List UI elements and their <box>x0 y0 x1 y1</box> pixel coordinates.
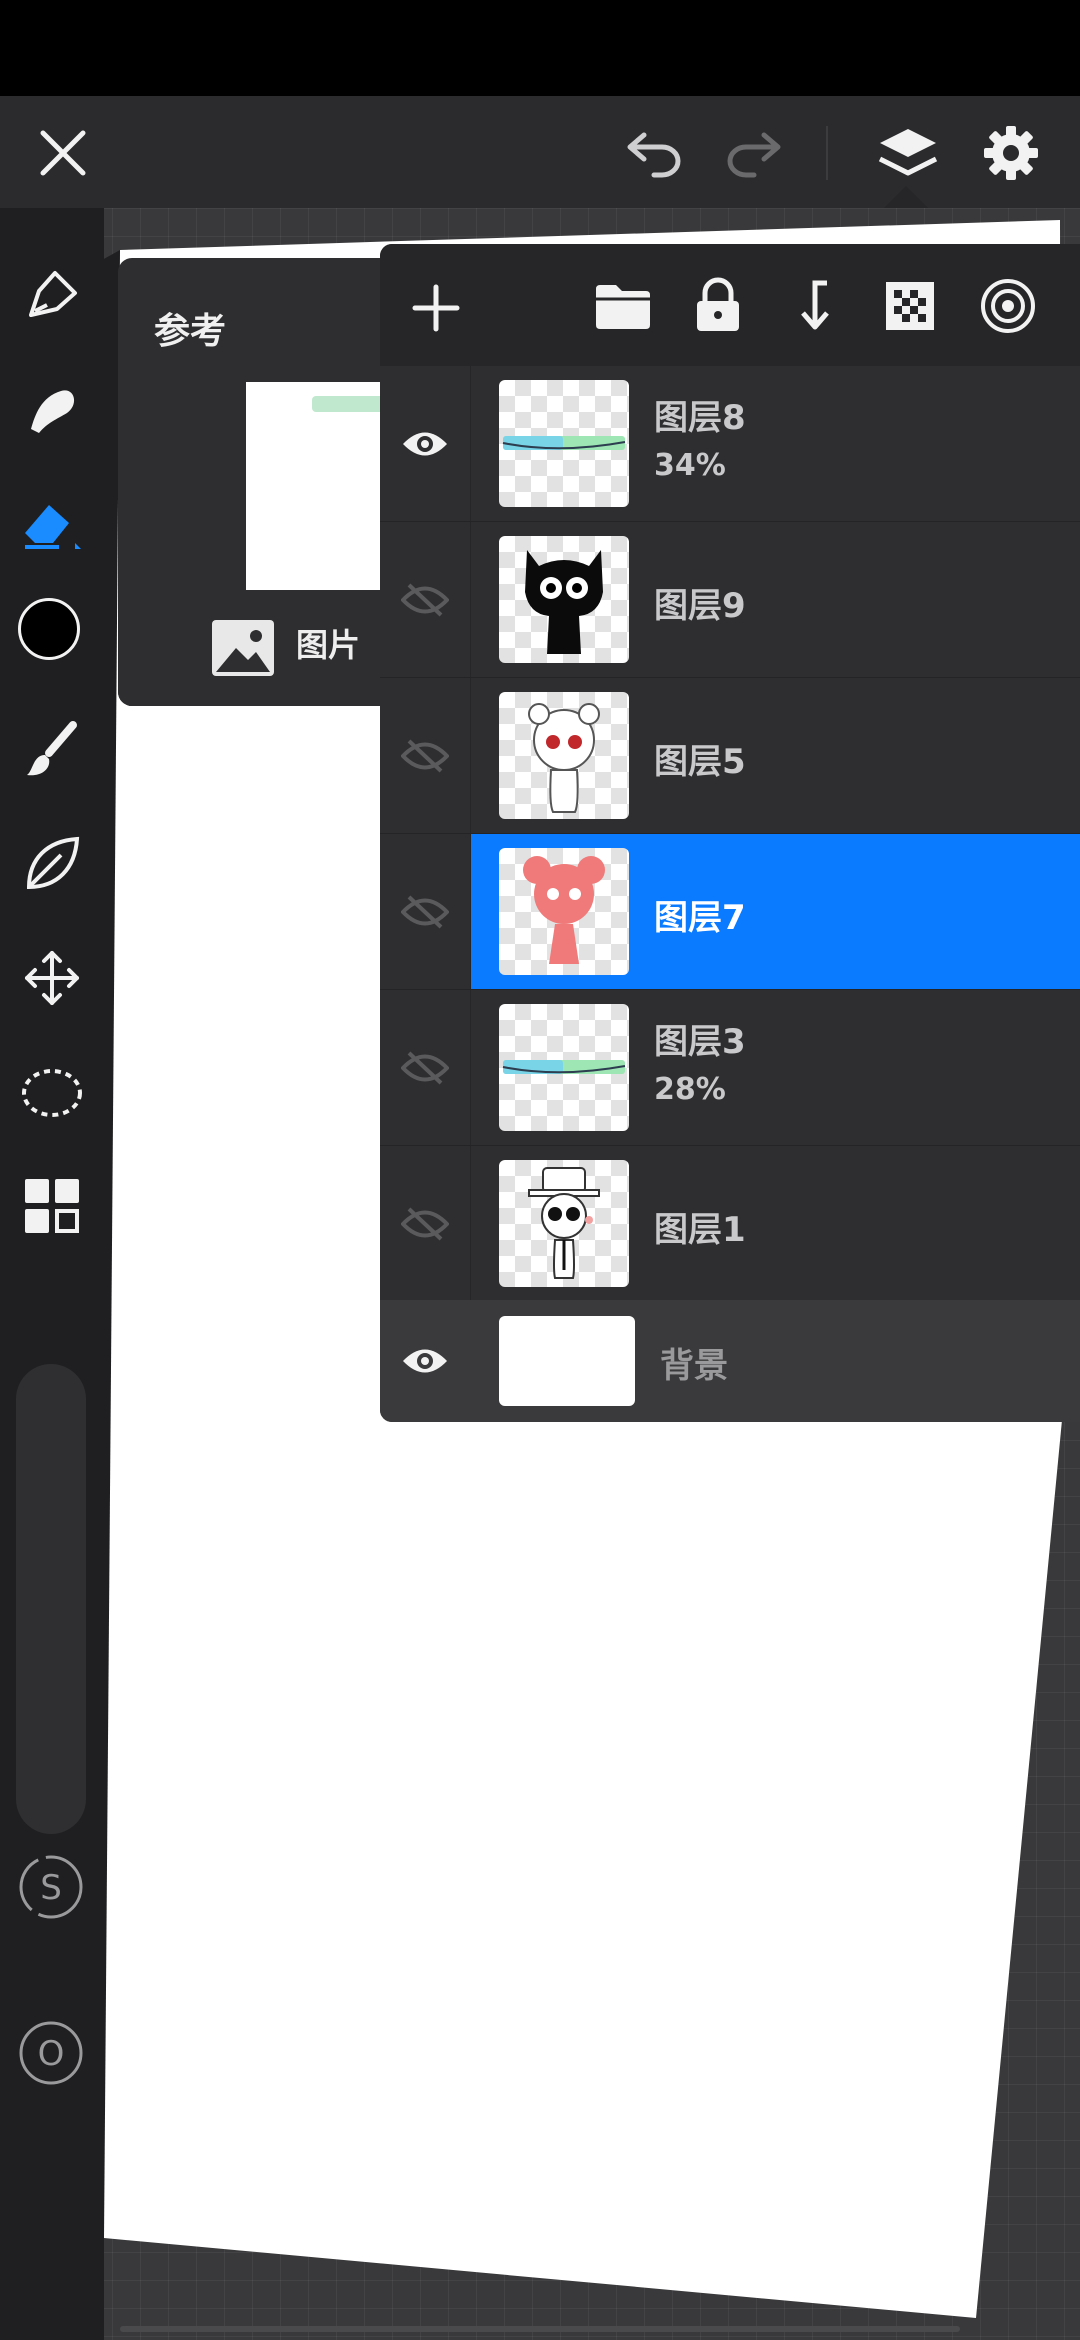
color-swatch[interactable] <box>18 598 80 660</box>
layer-thumbnail <box>499 848 629 975</box>
lock-icon[interactable] <box>688 274 748 336</box>
layer-thumbnail <box>499 1004 629 1131</box>
layers-icon[interactable] <box>866 114 950 192</box>
layer-thumbnail <box>499 692 629 819</box>
alpha-lock-icon[interactable] <box>880 276 940 336</box>
hidden-eye-icon[interactable] <box>380 678 471 833</box>
layer-row[interactable]: 图层3 28% <box>380 990 1080 1146</box>
panel-pointer <box>884 186 928 208</box>
home-indicator <box>120 2326 960 2332</box>
smudge-icon[interactable] <box>14 372 90 448</box>
hidden-eye-icon[interactable] <box>380 522 471 677</box>
size-slider-label: S <box>40 1868 62 1908</box>
layer-row[interactable]: 图层5 <box>380 678 1080 834</box>
undo-icon[interactable] <box>618 120 692 186</box>
brush-size-slider[interactable] <box>16 1364 86 1834</box>
transform-icon[interactable] <box>14 940 90 1016</box>
layer-thumbnail <box>499 380 629 507</box>
background-layer-name: 背景 <box>660 1346 728 1386</box>
layer-name: 图层1 <box>654 1210 746 1250</box>
eraser-icon[interactable] <box>14 486 90 562</box>
hidden-eye-icon[interactable] <box>380 990 471 1145</box>
close-icon[interactable] <box>28 118 98 188</box>
hidden-eye-icon[interactable] <box>380 834 471 989</box>
sketch-brush-icon[interactable] <box>14 258 90 334</box>
size-slider-icon[interactable]: S <box>16 1852 86 1922</box>
layer-name: 图层8 <box>654 398 746 438</box>
layer-name: 图层5 <box>654 742 746 782</box>
merge-down-icon[interactable] <box>784 274 844 336</box>
opacity-slider-label: O <box>38 2034 65 2074</box>
layer-options-icon[interactable] <box>976 274 1040 338</box>
add-layer-icon[interactable] <box>404 276 468 340</box>
toolbar-divider <box>826 126 828 180</box>
layer-name: 图层7 <box>654 898 746 938</box>
layer-name: 图层9 <box>654 586 746 626</box>
gallery-icon[interactable] <box>14 1168 90 1244</box>
layer-row[interactable]: 图层1 <box>380 1146 1080 1302</box>
layer-thumbnail <box>499 1160 629 1287</box>
image-icon <box>208 616 278 680</box>
layers-toolbar <box>380 244 1080 366</box>
status-bar <box>0 0 1080 96</box>
layer-opacity: 28% <box>654 1072 726 1107</box>
settings-icon[interactable] <box>974 116 1048 190</box>
image-option-label: 图片 <box>296 626 361 664</box>
opacity-slider-icon[interactable]: O <box>16 2018 86 2088</box>
hidden-eye-icon[interactable] <box>380 1146 471 1301</box>
background-color-swatch[interactable] <box>499 1316 635 1406</box>
folder-icon[interactable] <box>590 276 656 336</box>
layer-opacity: 34% <box>654 448 726 483</box>
adjustments-icon[interactable] <box>14 826 90 902</box>
reference-tab-label[interactable]: 参考 <box>154 302 226 354</box>
visibility-icon[interactable] <box>380 1300 470 1422</box>
layers-panel: 图层8 34% 图层9 图层5 图层7 图层3 28% 图层1 背景 <box>380 244 1080 1422</box>
layer-name: 图层3 <box>654 1022 746 1062</box>
layer-row-selected[interactable]: 图层7 <box>380 834 1080 990</box>
layer-row[interactable]: 图层8 34% <box>380 366 1080 522</box>
visibility-icon[interactable] <box>380 366 471 521</box>
redo-icon[interactable] <box>716 120 790 186</box>
layer-thumbnail <box>499 536 629 663</box>
top-toolbar <box>0 96 1080 208</box>
background-layer-row[interactable]: 背景 <box>380 1300 1080 1422</box>
selection-icon[interactable] <box>14 1054 90 1130</box>
left-toolbar: S O <box>0 208 104 2340</box>
layer-row[interactable]: 图层9 <box>380 522 1080 678</box>
paint-brush-icon[interactable] <box>14 712 90 788</box>
